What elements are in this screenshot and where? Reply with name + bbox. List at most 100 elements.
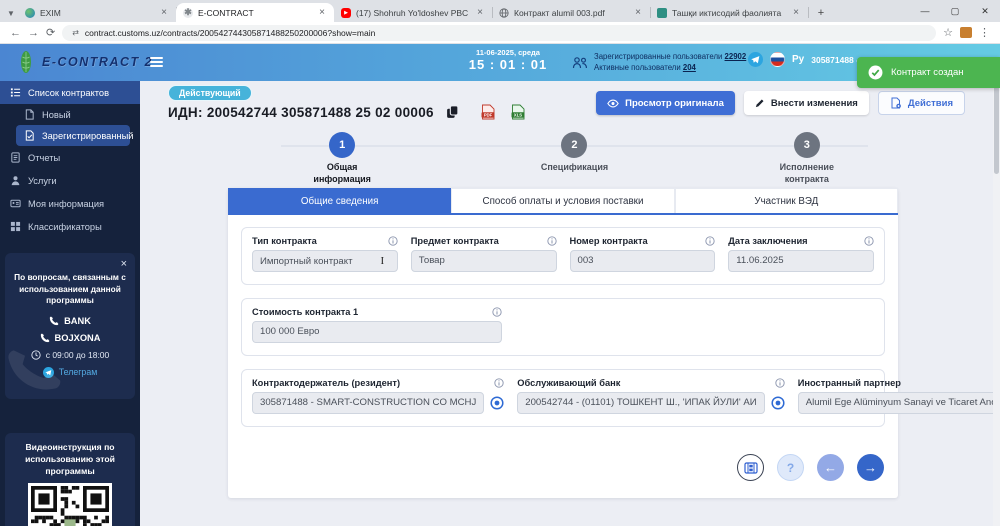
info-icon [388,236,398,246]
make-changes-button[interactable]: Внести изменения [743,91,869,115]
tab-close-icon[interactable]: × [317,7,327,18]
help-button[interactable]: ? [777,454,804,481]
support-panel: × По вопросам, связанным с использование… [5,253,135,399]
content-tab[interactable]: Способ оплаты и условия поставки [451,188,675,213]
tab-close-icon[interactable]: × [159,7,169,18]
app-logo[interactable]: E-CONTRACT 2 [42,55,153,69]
field-contract-value: Стоимость контракта 1 100 000 Евро [252,307,502,343]
sidebar-item-label: Новый [42,109,71,120]
browser-tab[interactable]: ▶ (17) Shohruh Yo'ldoshev PBC × [334,3,493,22]
servicing-bank-input[interactable]: 200542744 - (01101) ТОШКЕНТ Ш., 'ИПАК ЙУ… [517,392,765,414]
next-step-button[interactable]: → [857,454,884,481]
econtract-favicon: ✱ [183,7,193,18]
step-2[interactable]: 2 Спецификация [458,132,690,185]
browser-menu-kebab-icon[interactable]: ⋮ [979,26,990,39]
field-label: Предмет контракта [410,236,499,246]
view-details-button[interactable] [490,396,504,410]
extension-icon[interactable] [960,27,972,38]
address-bar[interactable]: ⇄ contract.customs.uz/contracts/20054274… [62,24,937,41]
info-icon [705,236,715,246]
field-contract-subject: Предмет контракта Товар [410,236,557,272]
contract-holder-input[interactable]: 305871488 - SMART-CONSTRUCTION CO MCHJ [252,392,485,414]
browser-tab[interactable]: Контракт alumil 003.pdf × [492,3,651,22]
field-foreign-partner: Иностранный партнер Alumil Ege Alüminyum… [797,378,1000,414]
step-1[interactable]: 1 Общая информация [226,132,458,185]
toast-message: Контракт создан [891,67,964,78]
scrollbar-thumb[interactable] [994,86,999,174]
phone-watermark-icon [2,338,66,402]
reload-icon[interactable]: ⟳ [46,26,55,39]
support-phone-bojxona[interactable]: BOJXONA [13,333,127,343]
video-instruction-text: Видеоинструкция по использованию этой пр… [25,442,115,477]
browser-tab-bar: ▼ EXIM × ✱ E-CONTRACT × ▶ (17) Shohruh Y… [0,0,1000,22]
arrow-left-icon: ← [824,460,837,475]
sidebar-item[interactable]: Зарегистрированный [16,125,133,146]
sidebar-item[interactable]: Новый [16,104,140,125]
step-number: 3 [793,132,820,158]
svg-text:PDF: PDF [484,113,493,118]
support-phone-bank[interactable]: BANK [13,316,127,326]
field-contract-date: Дата заключения 11.06.2025 [728,236,874,272]
field-label: Номер контракта [569,236,648,246]
sidebar-item[interactable]: Услуги [0,169,140,192]
step-3[interactable]: 3 Исполнение контракта [691,132,923,185]
actions-button[interactable]: Действия [877,91,965,115]
browser-tab[interactable]: ✱ E-CONTRACT × [176,3,334,22]
download-pdf-icon[interactable]: PDF [481,104,495,120]
view-details-button[interactable] [771,396,785,410]
browser-tab[interactable]: EXIM × [18,3,177,22]
check-circle-icon [868,65,883,80]
contract-value-input[interactable]: 100 000 Евро [252,321,502,343]
browser-tab[interactable]: Ташқи иктисодий фаолията × [650,3,809,22]
site-permissions-icon[interactable]: ⇄ [72,28,79,37]
tab-close-icon[interactable]: × [475,7,485,18]
field-label: Обслуживающий банк [517,378,621,388]
current-time: 15 : 01 : 01 [468,57,548,72]
back-icon[interactable]: ← [10,27,21,39]
download-xls-icon[interactable]: XLS [511,104,525,120]
sidebar-item[interactable]: Отчеты [0,146,140,169]
copy-icon[interactable] [446,105,459,119]
field-group: Тип контракта Импортный контракт I Предме… [241,227,885,285]
contract-type-input[interactable]: Импортный контракт I [252,250,398,272]
foreign-partner-input[interactable]: Alumil Ege Alüminyum Sanayi ve Ticaret A… [797,392,1000,414]
tab-title: EXIM [40,7,61,18]
contract-number-input[interactable]: 003 [569,250,716,272]
page-scrollbar[interactable] [993,81,1000,526]
tab-title: Контракт alumil 003.pdf [514,7,605,18]
toast-notification[interactable]: Контракт создан [857,57,1000,88]
active-users-count[interactable]: 204 [683,63,696,72]
sidebar-item[interactable]: Классификаторы [0,215,140,238]
actions-doc-gear-icon [890,97,902,109]
file-icon [24,109,35,120]
sidebar-item[interactable]: Моя информация [0,192,140,215]
video-help-button[interactable] [737,454,764,481]
view-original-button[interactable]: Просмотр оригинала [596,91,735,115]
forward-icon[interactable]: → [28,27,39,39]
window-maximize-button[interactable]: ▢ [940,6,970,17]
list-icon [10,87,21,98]
window-minimize-button[interactable]: — [910,6,940,16]
registered-users-count[interactable]: 22902 [725,52,747,61]
video-instruction-panel: Видеоинструкция по использованию этой пр… [5,433,135,526]
content-tab[interactable]: Общие сведения [228,188,452,213]
menu-hamburger-icon[interactable] [150,57,163,69]
tab-close-icon[interactable]: × [791,7,801,18]
contract-subject-input[interactable]: Товар [410,250,557,272]
content-tab[interactable]: Участник ВЭД [674,188,898,213]
language-selector[interactable]: Ру [792,54,804,65]
language-flag-ru-icon[interactable] [770,52,785,67]
bookmark-star-icon[interactable]: ☆ [943,26,953,39]
telegram-icon[interactable] [748,52,763,67]
tab-close-icon[interactable]: × [633,7,643,18]
new-tab-button[interactable]: + [812,4,830,22]
contract-date-input[interactable]: 11.06.2025 [728,250,874,272]
grid-icon [10,221,21,232]
field-contract-type: Тип контракта Импортный контракт I [252,236,398,272]
browser-url-bar: ← → ⟳ ⇄ contract.customs.uz/contracts/20… [0,22,1000,44]
close-icon[interactable]: × [121,258,127,270]
previous-step-button[interactable]: ← [817,454,844,481]
tab-search-chevron-icon[interactable]: ▼ [4,4,18,22]
window-close-button[interactable]: ✕ [970,6,1000,17]
sidebar-item[interactable]: Список контрактов [0,81,140,104]
